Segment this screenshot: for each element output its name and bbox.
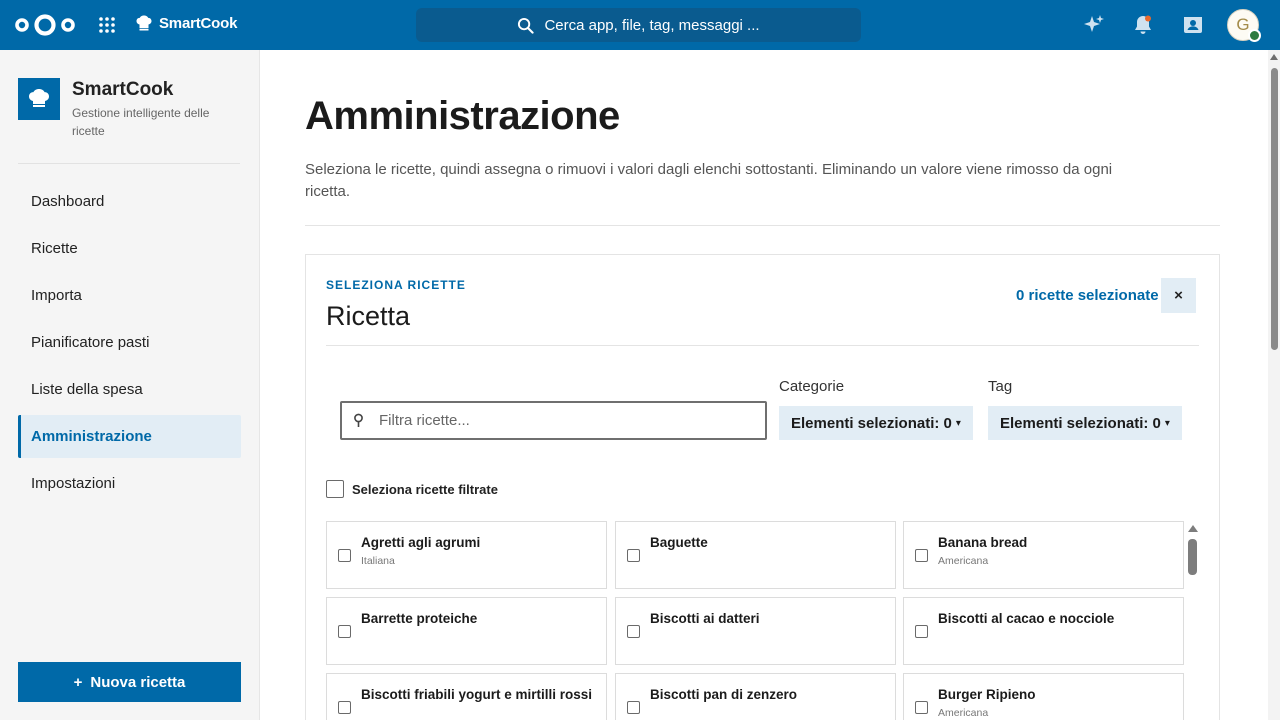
search-placeholder: Cerca app, file, tag, messaggi ... <box>544 16 760 34</box>
divider <box>305 225 1220 226</box>
recipe-checkbox[interactable] <box>338 549 351 562</box>
sidebar-item-ricette[interactable]: Ricette <box>18 227 241 270</box>
app-navigation: SmartCook Gestione intelligente delle ri… <box>0 50 260 720</box>
panel-overline: SELEZIONA RICETTE <box>326 278 466 292</box>
bell-icon[interactable] <box>1132 14 1154 36</box>
chevron-down-icon: ▾ <box>1164 417 1170 429</box>
scroll-up-arrow[interactable] <box>1270 54 1278 60</box>
recipe-selection-panel: SELEZIONA RICETTE Ricetta 0 ricette sele… <box>305 254 1220 720</box>
recipe-name: Agretti agli agrumi <box>361 535 481 550</box>
chef-hat-icon <box>136 15 152 31</box>
tags-value: Elementi selezionati: 0 <box>1000 414 1161 432</box>
current-app-link[interactable]: SmartCook <box>135 14 237 32</box>
page-scrollbar[interactable] <box>1268 50 1280 720</box>
close-icon: × <box>1174 287 1183 304</box>
top-bar: SmartCook Cerca app, file, tag, messaggi… <box>0 0 1280 50</box>
select-filtered-checkbox[interactable]: Seleziona ricette filtrate <box>326 480 498 498</box>
pin-icon <box>354 413 363 427</box>
divider <box>326 345 1199 346</box>
recipe-checkbox[interactable] <box>338 701 351 714</box>
app-brand: SmartCook Gestione intelligente delle ri… <box>18 78 222 140</box>
recipe-checkbox[interactable] <box>627 701 640 714</box>
page-scrollbar-thumb[interactable] <box>1271 68 1278 350</box>
select-filtered-label: Seleziona ricette filtrate <box>352 481 498 497</box>
panel-title: Ricetta <box>326 301 411 331</box>
plus-icon: + <box>73 673 83 691</box>
page-description: Seleziona le ricette, quindi assegna o r… <box>305 161 1113 200</box>
brand-subtitle: Gestione intelligente delle ricette <box>72 106 210 138</box>
recipe-checkbox[interactable] <box>915 549 928 562</box>
recipe-name: Biscotti ai datteri <box>650 611 760 626</box>
recipe-name: Burger Ripieno <box>938 687 1036 702</box>
sidebar-item-liste-della-spesa[interactable]: Liste della spesa <box>18 368 241 411</box>
recipe-card[interactable]: Biscotti friabili yogurt e mirtilli ross… <box>326 673 607 720</box>
grid-scroll-up-arrow[interactable] <box>1188 525 1198 532</box>
recipe-name: Biscotti pan di zenzero <box>650 687 798 702</box>
recipe-name: Baguette <box>650 535 708 550</box>
new-recipe-label: Nuova ricetta <box>90 673 186 691</box>
app-name-label: SmartCook <box>159 14 238 32</box>
recipe-card[interactable]: Banana bread Americana <box>903 521 1184 589</box>
recipe-card[interactable]: Biscotti pan di zenzero <box>615 673 896 720</box>
contacts-icon[interactable] <box>1182 14 1204 36</box>
nextcloud-logo-icon[interactable] <box>14 13 76 37</box>
sidebar-item-impostazioni[interactable]: Impostazioni <box>18 462 241 505</box>
app-grid-icon[interactable] <box>98 16 116 34</box>
recipe-category: Americana <box>938 707 989 719</box>
recipe-checkbox[interactable] <box>915 625 928 638</box>
recipe-card[interactable]: Biscotti ai datteri <box>615 597 896 665</box>
recipe-card[interactable]: Baguette <box>615 521 896 589</box>
recipe-checkbox[interactable] <box>338 625 351 638</box>
new-recipe-button[interactable]: + Nuova ricetta <box>18 662 241 702</box>
categories-label: Categorie <box>779 378 845 395</box>
selected-count: 0 ricette selezionate <box>1016 287 1159 304</box>
recipe-card[interactable]: Agretti agli agrumi Italiana <box>326 521 607 589</box>
user-avatar[interactable]: G <box>1227 9 1261 42</box>
checkbox[interactable] <box>326 480 344 498</box>
divider <box>18 163 240 164</box>
search-icon <box>518 17 535 34</box>
sidebar-item-dashboard[interactable]: Dashboard <box>18 180 241 223</box>
recipe-filter-input[interactable]: Filtra ricette... <box>340 401 767 440</box>
unified-search-bar[interactable]: Cerca app, file, tag, messaggi ... <box>416 8 861 42</box>
recipe-card[interactable]: Biscotti al cacao e nocciole <box>903 597 1184 665</box>
sidebar-item-importa[interactable]: Importa <box>18 274 241 317</box>
sidebar-nav: Dashboard Ricette Importa Pianificatore … <box>18 180 241 509</box>
categories-select[interactable]: Elementi selezionati: 0 ▾ <box>779 406 973 440</box>
recipe-card[interactable]: Burger Ripieno Americana <box>903 673 1184 720</box>
recipe-checkbox[interactable] <box>627 625 640 638</box>
filter-placeholder: Filtra ricette... <box>379 412 470 429</box>
recipe-category: Italiana <box>361 555 395 567</box>
sidebar-item-amministrazione[interactable]: Amministrazione <box>18 415 241 458</box>
brand-title: SmartCook <box>72 79 174 100</box>
sidebar-item-pianificatore-pasti[interactable]: Pianificatore pasti <box>18 321 241 364</box>
recipe-category: Americana <box>938 555 989 567</box>
recipe-checkbox[interactable] <box>627 549 640 562</box>
clear-selection-button[interactable]: × <box>1161 278 1196 313</box>
app-content: Amministrazione Seleziona le ricette, qu… <box>260 50 1268 720</box>
categories-value: Elementi selezionati: 0 <box>791 414 952 432</box>
tags-label: Tag <box>988 378 1013 395</box>
grid-scrollbar-thumb[interactable] <box>1188 539 1197 575</box>
chef-hat-icon <box>18 78 60 120</box>
recipe-name: Biscotti al cacao e nocciole <box>938 611 1115 626</box>
page-title: Amministrazione <box>305 94 620 138</box>
recipe-name: Banana bread <box>938 535 1028 550</box>
recipe-card[interactable]: Barrette proteiche <box>326 597 607 665</box>
recipe-checkbox[interactable] <box>915 701 928 714</box>
chevron-down-icon: ▾ <box>955 417 961 429</box>
online-status-icon <box>1248 29 1261 42</box>
sparkle-icon[interactable] <box>1083 14 1105 36</box>
tags-select[interactable]: Elementi selezionati: 0 ▾ <box>988 406 1182 440</box>
recipe-name: Barrette proteiche <box>361 611 478 626</box>
recipe-name: Biscotti friabili yogurt e mirtilli ross… <box>361 687 593 702</box>
